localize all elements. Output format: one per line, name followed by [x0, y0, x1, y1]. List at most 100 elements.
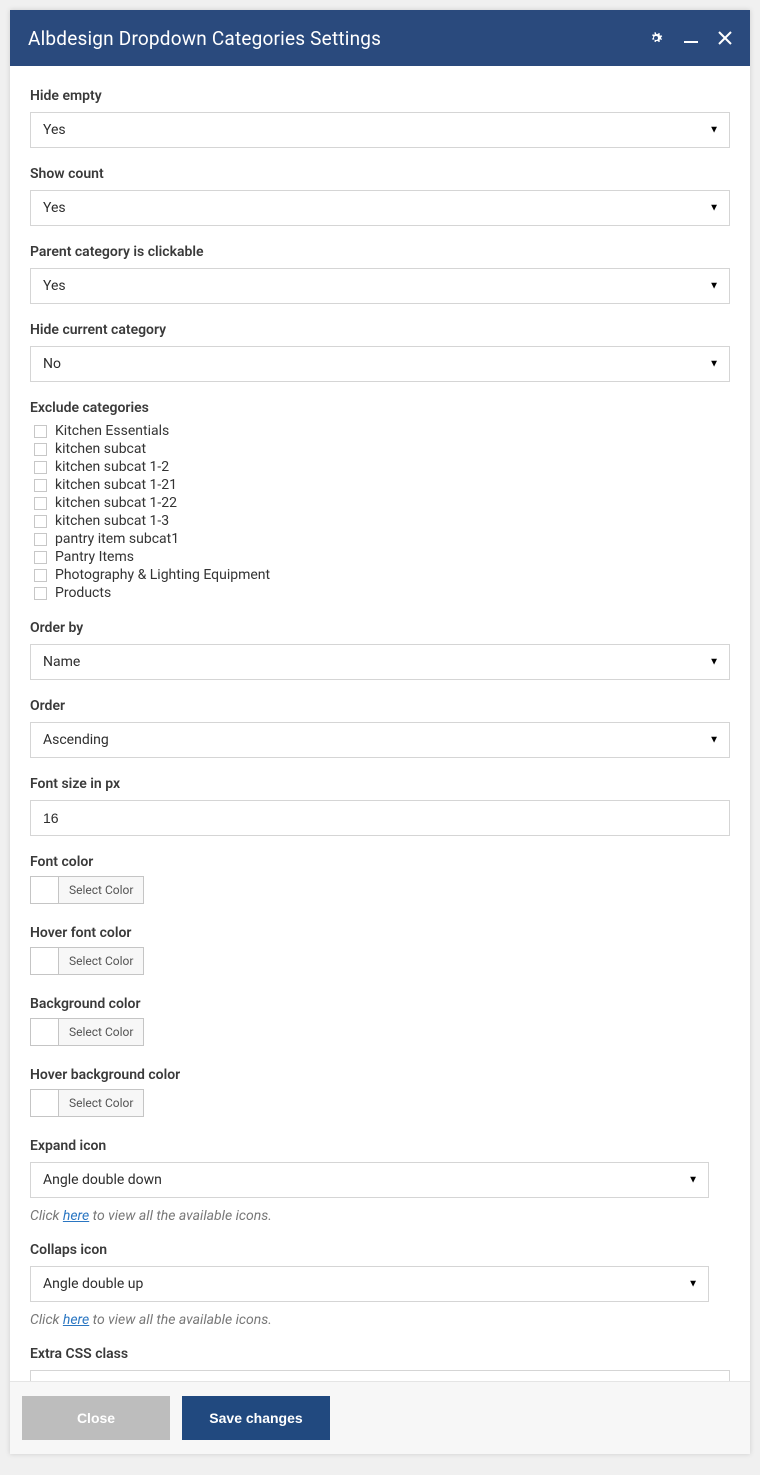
field-hover-font-color: Hover font color Select Color	[30, 925, 730, 978]
chevron-down-icon: ▼	[709, 735, 719, 746]
checkbox[interactable]	[34, 425, 47, 438]
input-font-size[interactable]	[30, 800, 730, 836]
label-order: Order	[30, 698, 730, 714]
field-order: Order Ascending ▼	[30, 698, 730, 758]
select-color-button[interactable]: Select Color	[59, 1090, 143, 1116]
color-swatch[interactable]	[31, 1090, 59, 1116]
checkbox-label: Photography & Lighting Equipment	[55, 567, 270, 583]
color-picker-background[interactable]: Select Color	[30, 1018, 144, 1046]
panel-footer: Close Save changes	[10, 1381, 750, 1454]
field-show-count: Show count Yes ▼	[30, 166, 730, 226]
select-collapse-icon[interactable]: Angle double up ▼	[30, 1266, 709, 1302]
color-swatch[interactable]	[31, 877, 59, 903]
checkbox-row: Kitchen Essentials	[34, 422, 730, 440]
color-swatch[interactable]	[31, 948, 59, 974]
label-hide-current: Hide current category	[30, 322, 730, 338]
checkbox-row: kitchen subcat	[34, 440, 730, 458]
checkbox[interactable]	[34, 461, 47, 474]
checkbox-row: kitchen subcat 1-3	[34, 512, 730, 530]
select-order[interactable]: Ascending ▼	[30, 722, 730, 758]
close-icon[interactable]	[718, 31, 732, 45]
checkbox-label: kitchen subcat 1-21	[55, 477, 177, 493]
checkbox-row: Pantry Items	[34, 548, 730, 566]
chevron-down-icon: ▼	[688, 1175, 698, 1186]
checkbox-label: pantry item subcat1	[55, 531, 179, 547]
chevron-down-icon: ▼	[709, 281, 719, 292]
label-font-size: Font size in px	[30, 776, 730, 792]
checkbox-label: Pantry Items	[55, 549, 134, 565]
field-parent-clickable: Parent category is clickable Yes ▼	[30, 244, 730, 304]
select-order-by[interactable]: Name ▼	[30, 644, 730, 680]
color-swatch[interactable]	[31, 1019, 59, 1045]
color-picker-hover-font[interactable]: Select Color	[30, 947, 144, 975]
label-order-by: Order by	[30, 620, 730, 636]
label-hover-font-color: Hover font color	[30, 925, 730, 941]
checkbox-row: kitchen subcat 1-22	[34, 494, 730, 512]
color-picker-hover-background[interactable]: Select Color	[30, 1089, 144, 1117]
input-extra-css[interactable]	[30, 1370, 730, 1381]
label-expand-icon: Expand icon	[30, 1138, 730, 1154]
field-hide-empty: Hide empty Yes ▼	[30, 88, 730, 148]
select-hide-empty[interactable]: Yes ▼	[30, 112, 730, 148]
checkbox[interactable]	[34, 515, 47, 528]
hint-link[interactable]: here	[63, 1208, 89, 1224]
field-order-by: Order by Name ▼	[30, 620, 730, 680]
field-expand-icon: Expand icon Angle double down ▼ Click he…	[30, 1138, 730, 1224]
minimize-icon[interactable]	[684, 31, 698, 45]
chevron-down-icon: ▼	[709, 359, 719, 370]
field-extra-css: Extra CSS class	[30, 1346, 730, 1381]
label-font-color: Font color	[30, 854, 730, 870]
select-hide-current[interactable]: No ▼	[30, 346, 730, 382]
gear-icon[interactable]	[648, 30, 664, 46]
settings-panel: Albdesign Dropdown Categories Settings H…	[10, 10, 750, 1454]
checkbox[interactable]	[34, 497, 47, 510]
chevron-down-icon: ▼	[709, 657, 719, 668]
chevron-down-icon: ▼	[709, 125, 719, 136]
checkbox-row: Products	[34, 584, 730, 602]
field-font-color: Font color Select Color	[30, 854, 730, 907]
hint-collapse: Click here to view all the available ico…	[30, 1312, 730, 1328]
color-picker-font[interactable]: Select Color	[30, 876, 144, 904]
select-show-count[interactable]: Yes ▼	[30, 190, 730, 226]
checkbox-label: Kitchen Essentials	[55, 423, 169, 439]
checkbox-label: kitchen subcat 1-22	[55, 495, 177, 511]
save-button[interactable]: Save changes	[182, 1396, 330, 1440]
label-show-count: Show count	[30, 166, 730, 182]
chevron-down-icon: ▼	[709, 203, 719, 214]
select-color-button[interactable]: Select Color	[59, 877, 143, 903]
checkbox-label: kitchen subcat 1-3	[55, 513, 169, 529]
checkbox[interactable]	[34, 443, 47, 456]
checkbox[interactable]	[34, 479, 47, 492]
panel-body: Hide empty Yes ▼ Show count Yes ▼ Parent…	[10, 66, 750, 1381]
checkbox[interactable]	[34, 551, 47, 564]
panel-header: Albdesign Dropdown Categories Settings	[10, 10, 750, 66]
field-collapse-icon: Collaps icon Angle double up ▼ Click her…	[30, 1242, 730, 1328]
field-hover-background-color: Hover background color Select Color	[30, 1067, 730, 1120]
select-color-button[interactable]: Select Color	[59, 948, 143, 974]
field-exclude-categories: Exclude categories Kitchen Essentials kit…	[30, 400, 730, 602]
field-hide-current: Hide current category No ▼	[30, 322, 730, 382]
checkbox-label: kitchen subcat	[55, 441, 146, 457]
panel-title: Albdesign Dropdown Categories Settings	[28, 27, 381, 50]
field-font-size: Font size in px	[30, 776, 730, 836]
checkbox[interactable]	[34, 533, 47, 546]
select-color-button[interactable]: Select Color	[59, 1019, 143, 1045]
select-parent-clickable[interactable]: Yes ▼	[30, 268, 730, 304]
hint-link[interactable]: here	[63, 1312, 89, 1328]
label-background-color: Background color	[30, 996, 730, 1012]
select-expand-icon[interactable]: Angle double down ▼	[30, 1162, 709, 1198]
checkbox-row: pantry item subcat1	[34, 530, 730, 548]
checkbox-label: Products	[55, 585, 111, 601]
checkbox-label: kitchen subcat 1-2	[55, 459, 169, 475]
hint-expand: Click here to view all the available ico…	[30, 1208, 730, 1224]
checkbox-row: kitchen subcat 1-2	[34, 458, 730, 476]
field-background-color: Background color Select Color	[30, 996, 730, 1049]
header-actions	[648, 30, 732, 46]
label-collapse-icon: Collaps icon	[30, 1242, 730, 1258]
chevron-down-icon: ▼	[688, 1279, 698, 1290]
label-parent-clickable: Parent category is clickable	[30, 244, 730, 260]
checkbox[interactable]	[34, 569, 47, 582]
close-button[interactable]: Close	[22, 1396, 170, 1440]
label-exclude: Exclude categories	[30, 400, 730, 416]
checkbox[interactable]	[34, 587, 47, 600]
